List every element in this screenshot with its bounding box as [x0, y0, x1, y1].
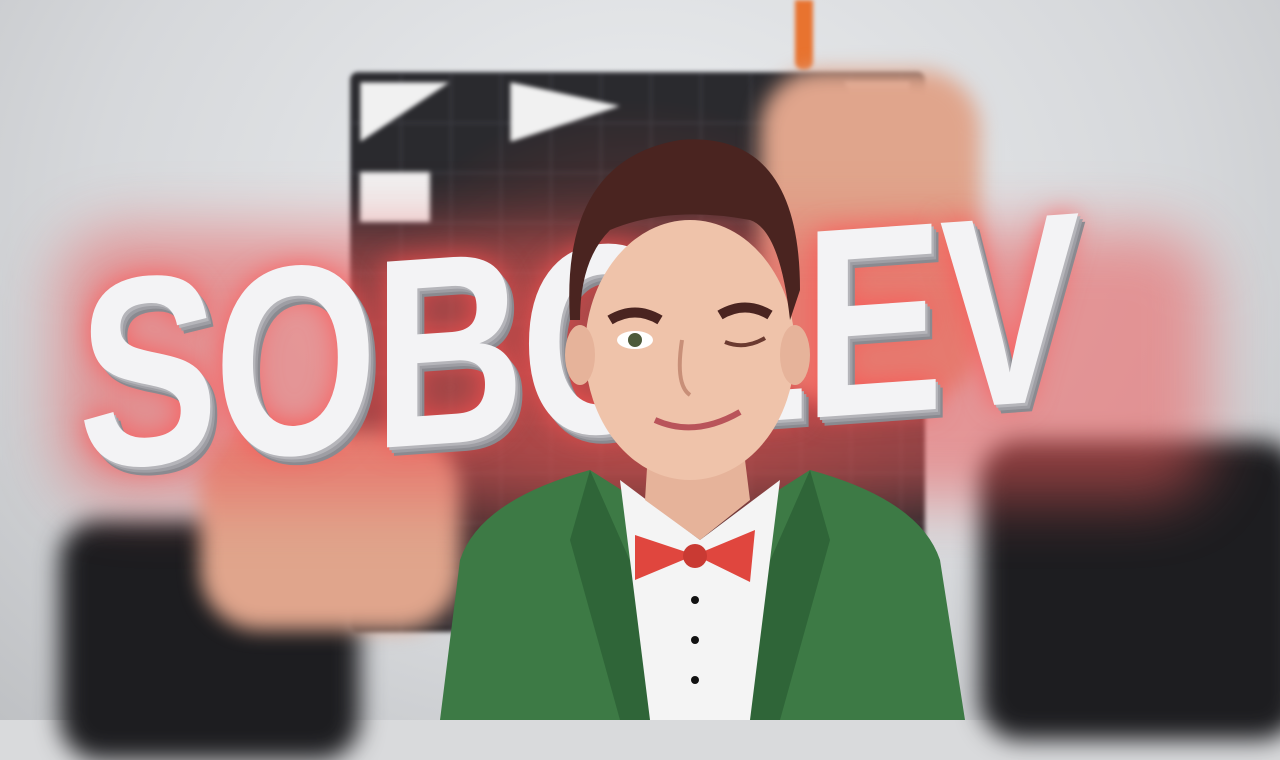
- pen-icon: [795, 0, 813, 70]
- caricature-man-icon: [440, 139, 965, 720]
